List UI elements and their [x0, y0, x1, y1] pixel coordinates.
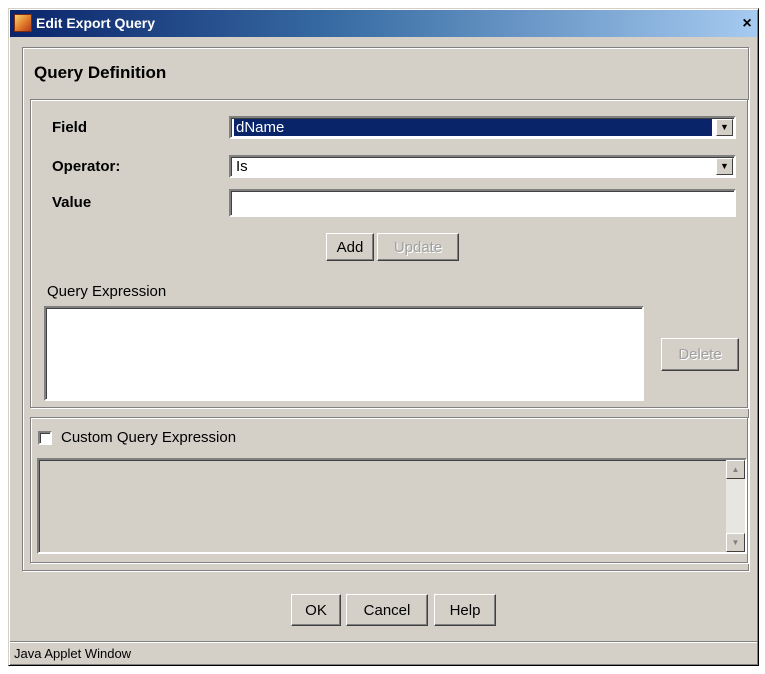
delete-button[interactable]: Delete	[661, 338, 739, 371]
operator-dropdown-value: Is	[236, 158, 248, 175]
applet-icon	[14, 14, 32, 32]
query-expression-area[interactable]	[44, 306, 644, 401]
status-text: Java Applet Window	[14, 646, 132, 661]
update-button[interactable]: Update	[377, 233, 459, 261]
custom-query-textarea[interactable]	[37, 458, 747, 554]
operator-label: Operator:	[52, 158, 121, 175]
value-label: Value	[52, 194, 92, 211]
add-button[interactable]: Add	[326, 233, 374, 261]
field-dropdown[interactable]: dName ▼	[229, 116, 736, 139]
field-dropdown-value: dName	[234, 119, 712, 136]
window-title: Edit Export Query	[36, 15, 156, 31]
scroll-down-icon[interactable]: ▼	[726, 533, 745, 552]
chevron-down-icon[interactable]: ▼	[716, 119, 733, 136]
close-icon[interactable]: ×	[738, 15, 756, 33]
value-input[interactable]	[229, 189, 736, 217]
cancel-button[interactable]: Cancel	[346, 594, 428, 626]
chevron-down-icon[interactable]: ▼	[716, 158, 733, 175]
field-label: Field	[52, 119, 88, 136]
operator-dropdown[interactable]: Is ▼	[229, 155, 736, 178]
ok-button[interactable]: OK	[291, 594, 341, 626]
scroll-up-icon[interactable]: ▲	[726, 460, 745, 479]
custom-query-checkbox[interactable]	[38, 431, 52, 445]
query-expression-label: Query Expression	[47, 283, 167, 300]
panel-title: Query Definition	[34, 63, 167, 82]
custom-query-label: Custom Query Expression	[61, 429, 237, 446]
help-button[interactable]: Help	[434, 594, 496, 626]
